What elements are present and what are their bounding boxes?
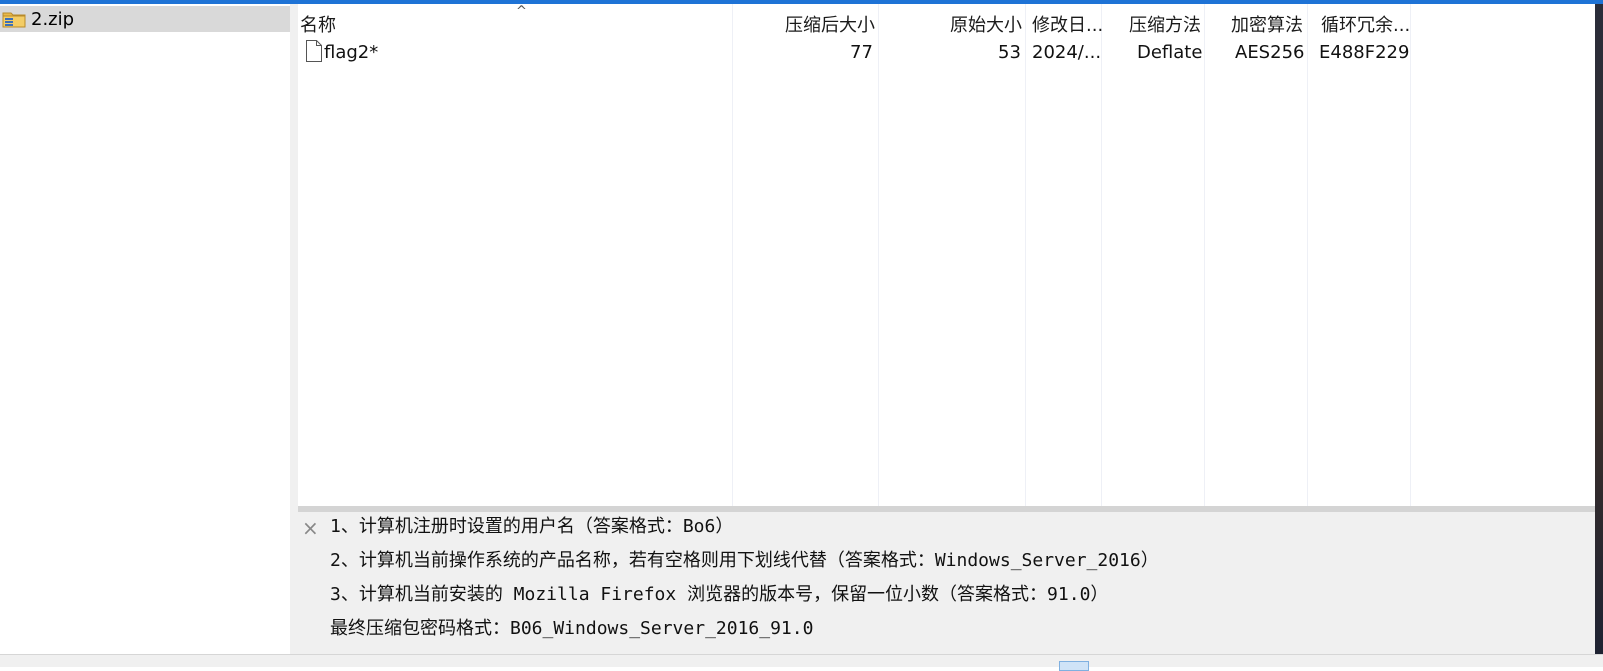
- column-header-packed-size[interactable]: 压缩后大小: [785, 11, 875, 37]
- background-edge: [1595, 4, 1603, 666]
- sort-ascending-icon: ^: [516, 4, 527, 19]
- column-divider: [1307, 4, 1308, 506]
- comment-line-1: 1、计算机注册时设置的用户名（答案格式：Bo6）: [330, 516, 734, 537]
- cell-packed-size: 77: [850, 42, 873, 63]
- table-row[interactable]: flag2* 77 53 2024/... Deflate AES256 E48…: [298, 40, 1595, 68]
- column-divider: [1025, 4, 1026, 506]
- column-header-method[interactable]: 压缩方法: [1129, 11, 1201, 37]
- status-bar: [0, 654, 1603, 671]
- comment-line-4: 最终压缩包密码格式：B06_Windows_Server_2016_91.0: [330, 618, 814, 639]
- file-list: ^ 名称 压缩后大小 原始大小 修改日... 压缩方法 加密算法 循环冗余...…: [298, 4, 1595, 506]
- column-header-name[interactable]: 名称: [300, 11, 336, 37]
- archive-comment-panel: × 1、计算机注册时设置的用户名（答案格式：Bo6） 2、计算机当前操作系统的产…: [298, 512, 1595, 654]
- column-header-crc[interactable]: 循环冗余...: [1321, 11, 1410, 37]
- status-indicator: [1059, 661, 1089, 671]
- cell-crc: E488F229: [1319, 42, 1410, 63]
- column-divider: [732, 4, 733, 506]
- column-header-original-size[interactable]: 原始大小: [950, 11, 1022, 37]
- pane-splitter[interactable]: [290, 4, 298, 654]
- column-divider: [878, 4, 879, 506]
- close-comment-icon[interactable]: ×: [302, 516, 319, 540]
- tree-item-archive[interactable]: 2.zip: [0, 6, 290, 32]
- zip-folder-icon: [2, 10, 26, 28]
- cell-name: flag2*: [324, 42, 379, 63]
- column-divider: [1101, 4, 1102, 506]
- comment-line-2: 2、计算机当前操作系统的产品名称，若有空格则用下划线代替（答案格式：Window…: [330, 550, 1159, 571]
- column-divider: [1410, 4, 1411, 506]
- file-icon: [306, 40, 322, 62]
- cell-original-size: 53: [998, 42, 1021, 63]
- comment-line-3: 3、计算机当前安装的 Mozilla Firefox 浏览器的版本号，保留一位小…: [330, 584, 1109, 605]
- cell-method: Deflate: [1137, 42, 1203, 63]
- column-header-modified[interactable]: 修改日...: [1032, 11, 1103, 37]
- cell-encryption: AES256: [1235, 42, 1305, 63]
- folder-tree: 2.zip: [0, 4, 290, 654]
- list-header: ^ 名称 压缩后大小 原始大小 修改日... 压缩方法 加密算法 循环冗余...: [298, 4, 1595, 40]
- column-divider: [1204, 4, 1205, 506]
- column-header-encryption[interactable]: 加密算法: [1231, 11, 1303, 37]
- cell-modified: 2024/...: [1032, 42, 1102, 63]
- tree-item-label: 2.zip: [31, 8, 75, 30]
